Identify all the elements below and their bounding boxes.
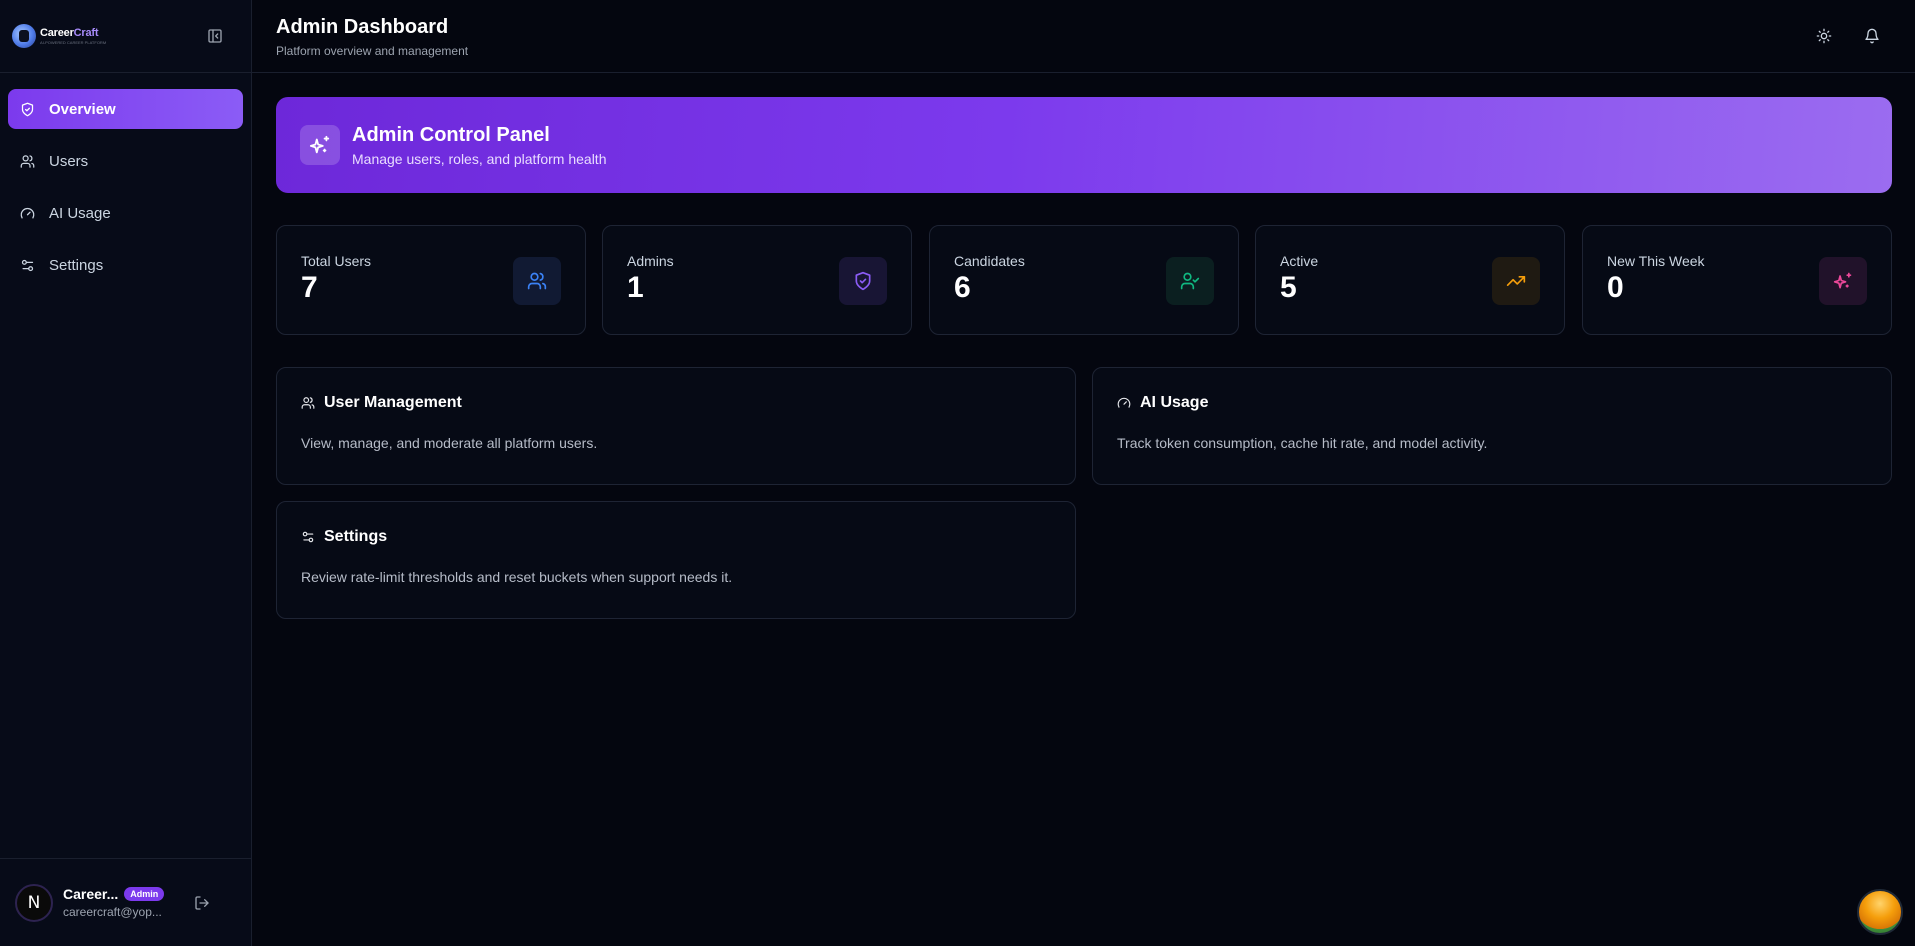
- sidebar-header: CareerCraft AI-POWERED CAREER PLATFORM: [0, 0, 251, 73]
- users-icon: [20, 154, 35, 168]
- brand-tagline: AI-POWERED CAREER PLATFORM: [40, 40, 107, 45]
- sidebar-item-overview[interactable]: Overview: [8, 89, 243, 129]
- sidebar-item-label: Users: [49, 152, 89, 170]
- user-info: Career... Admin careercraft@yop...: [63, 886, 178, 919]
- shield-check-icon: [839, 257, 887, 305]
- stat-card-candidates: Candidates 6: [929, 225, 1239, 335]
- panel-description: Track token consumption, cache hit rate,…: [1117, 435, 1488, 451]
- user-profile: N Career... Admin careercraft@yop...: [0, 858, 251, 946]
- trending-up-icon: [1492, 257, 1540, 305]
- users-icon: [301, 397, 315, 409]
- ai-usage-card[interactable]: AI Usage Track token consumption, cache …: [1092, 367, 1892, 485]
- sidebar-collapse-icon[interactable]: [207, 28, 223, 44]
- panel-description: View, manage, and moderate all platform …: [301, 435, 598, 451]
- sidebar-nav: Overview Users AI Usage Settings: [0, 73, 251, 285]
- user-name: Career...: [63, 886, 119, 902]
- shield-check-icon: [21, 102, 34, 116]
- page-subtitle: Platform overview and management: [276, 44, 469, 58]
- banner-subtitle: Manage users, roles, and platform health: [352, 150, 607, 167]
- panel-title: User Management: [324, 394, 462, 411]
- page-title: Admin Dashboard: [276, 16, 449, 38]
- sidebar: CareerCraft AI-POWERED CAREER PLATFORM O…: [0, 0, 252, 946]
- sliders-icon: [302, 531, 314, 543]
- panel-description: Review rate-limit thresholds and reset b…: [301, 569, 733, 585]
- gauge-icon: [20, 207, 35, 218]
- bell-icon[interactable]: [1864, 28, 1880, 44]
- logo-icon: [12, 24, 36, 48]
- user-management-card[interactable]: User Management View, manage, and modera…: [276, 367, 1076, 485]
- user-email: careercraft@yop...: [63, 905, 162, 919]
- stat-card-total-users: Total Users 7: [276, 225, 586, 335]
- banner-title: Admin Control Panel: [352, 123, 550, 146]
- stat-card-new-this-week: New This Week 0: [1582, 225, 1892, 335]
- avatar[interactable]: N: [15, 883, 53, 922]
- brand-name: CareerCraft: [40, 27, 99, 39]
- sidebar-item-ai-usage[interactable]: AI Usage: [8, 193, 243, 233]
- brand-logo[interactable]: CareerCraft AI-POWERED CAREER PLATFORM: [12, 24, 106, 48]
- sidebar-item-users[interactable]: Users: [8, 141, 243, 181]
- sidebar-item-label: Overview: [49, 100, 116, 118]
- sidebar-item-label: AI Usage: [49, 204, 111, 222]
- settings-card[interactable]: Settings Review rate-limit thresholds an…: [276, 501, 1076, 619]
- stat-card-active: Active 5: [1255, 225, 1565, 335]
- user-check-icon: [1166, 257, 1214, 305]
- gauge-icon: [1117, 397, 1131, 408]
- sidebar-item-label: Settings: [49, 256, 104, 274]
- panel-title: Settings: [324, 528, 388, 545]
- sliders-icon: [21, 259, 34, 271]
- top-bar: Admin Dashboard Platform overview and ma…: [252, 0, 1915, 73]
- sparkles-icon: [300, 125, 340, 165]
- sparkles-icon: [1819, 257, 1867, 305]
- panel-title: AI Usage: [1140, 394, 1209, 411]
- logout-icon[interactable]: [194, 895, 210, 911]
- users-icon: [513, 257, 561, 305]
- sidebar-item-settings[interactable]: Settings: [8, 245, 243, 285]
- sun-icon[interactable]: [1816, 28, 1832, 44]
- role-badge: Admin: [124, 887, 165, 901]
- assistant-avatar-button[interactable]: [1857, 889, 1903, 935]
- admin-control-panel-banner: Admin Control Panel Manage users, roles,…: [276, 97, 1892, 193]
- stat-card-admins: Admins 1: [602, 225, 912, 335]
